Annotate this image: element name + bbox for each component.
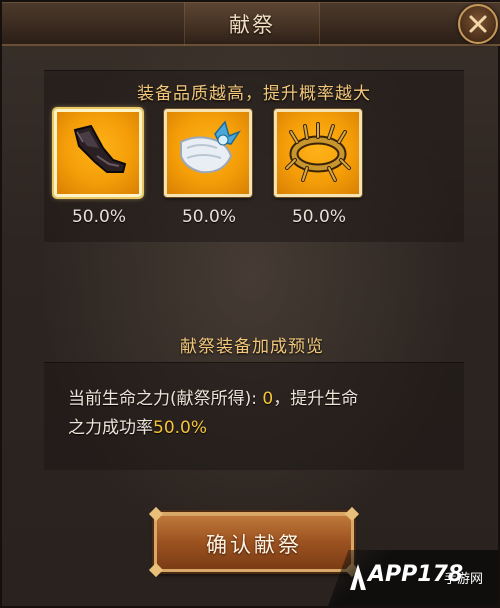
life-force-label: 当前生命之力(献祭所得): [68, 389, 263, 409]
slot-3-percent: 50.0% [291, 207, 346, 227]
slot-2-percent: 50.0% [181, 207, 236, 227]
scarf-icon [180, 120, 241, 174]
sacrifice-window: 献祭 装备品质越高，提升概率越大 50.0% 50.0% 50.0% 献祭装备加… [0, 0, 500, 608]
slot-1-percent: 50.0% [71, 207, 126, 227]
equipment-slot-3[interactable]: 50.0% [274, 109, 364, 227]
watermark-subtext: 手游网 [444, 572, 484, 587]
button-corner-ornament [344, 506, 360, 522]
equipment-heading: 装备品质越高，提升概率越大 [137, 84, 371, 104]
preview-panel: 当前生命之力(献祭所得): 0，提升生命 之力成功率50.0% [44, 362, 464, 470]
life-force-suffix: ，提升生命 [273, 389, 359, 409]
preview-heading: 献祭装备加成预览 [180, 337, 324, 357]
gauntlet-icon [73, 124, 127, 173]
app-logo-icon [350, 564, 366, 590]
life-force-value: 0 [262, 389, 274, 409]
button-corner-ornament [148, 506, 164, 522]
slot-frame[interactable] [54, 109, 142, 197]
title-bar: 献祭 [2, 2, 500, 46]
confirm-sacrifice-button[interactable]: 确认献祭 [148, 506, 360, 578]
slot-frame[interactable] [274, 109, 362, 197]
confirm-label: 确认献祭 [206, 533, 302, 557]
success-rate-label: 之力成功率 [68, 418, 153, 438]
equipment-panel: 装备品质越高，提升概率越大 50.0% 50.0% 50.0% [44, 70, 464, 242]
close-button[interactable] [458, 4, 498, 44]
equipment-slot-2[interactable]: 50.0% [164, 109, 254, 227]
window-title: 献祭 [229, 13, 275, 37]
crown-icon [285, 122, 351, 182]
close-icon [469, 15, 487, 33]
button-corner-ornament [148, 562, 164, 578]
equipment-slot-1[interactable]: 50.0% [54, 109, 144, 227]
success-rate-value: 50.0% [153, 418, 208, 438]
slot-frame[interactable] [164, 109, 252, 197]
site-watermark: APP178 手游网 [328, 550, 498, 606]
equipment-slots: 50.0% 50.0% 50.0% [54, 109, 454, 239]
preview-description: 当前生命之力(献祭所得): 0，提升生命 之力成功率50.0% [68, 385, 444, 443]
